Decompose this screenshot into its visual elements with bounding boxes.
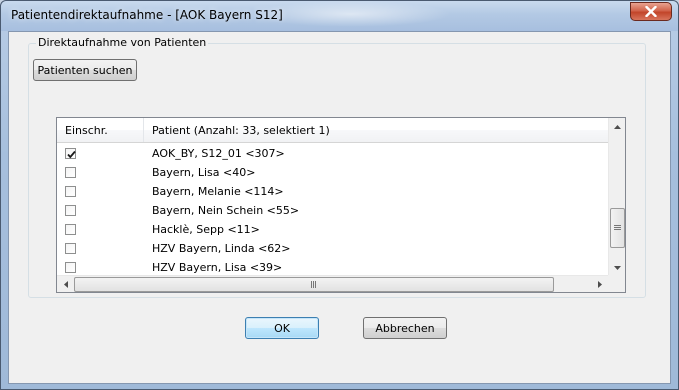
patient-name: Bayern, Melanie <114>: [152, 185, 284, 198]
horizontal-scroll-thumb[interactable]: [74, 277, 554, 292]
cancel-button[interactable]: Abbrechen: [363, 317, 447, 339]
patient-name: Bayern, Nein Schein <55>: [152, 204, 300, 217]
list-item[interactable]: Bayern, Nein Schein <55>: [57, 201, 608, 220]
scroll-left-arrow-icon[interactable]: [57, 276, 74, 292]
grip-icon: [614, 225, 621, 230]
list-header: Einschr. Patient (Anzahl: 33, selektiert…: [57, 118, 608, 143]
list-item[interactable]: HZV Bayern, Linda <62>: [57, 239, 608, 258]
patient-name: Bayern, Lisa <40>: [152, 166, 256, 179]
dialog-window: Patientendirektaufnahme - [AOK Bayern S1…: [0, 0, 679, 390]
column-header-restriction[interactable]: Einschr.: [65, 124, 108, 137]
checkmark-icon: [67, 150, 76, 159]
grip-icon: [311, 281, 316, 288]
list-rows: AOK_BY, S12_01 <307> Bayern, Lisa <40> Bay…: [57, 144, 608, 292]
column-header-patient[interactable]: Patient (Anzahl: 33, selektiert 1): [152, 124, 330, 137]
search-patients-button[interactable]: Patienten suchen: [33, 59, 137, 81]
vertical-scrollbar[interactable]: [608, 118, 625, 276]
list-item[interactable]: AOK_BY, S12_01 <307>: [57, 144, 608, 163]
close-x-icon: [645, 6, 657, 17]
horizontal-scrollbar[interactable]: [57, 275, 608, 292]
restriction-checkbox[interactable]: [65, 243, 76, 254]
restriction-checkbox[interactable]: [65, 167, 76, 178]
list-item[interactable]: Bayern, Lisa <40>: [57, 163, 608, 182]
restriction-checkbox[interactable]: [65, 224, 76, 235]
scrollbar-corner: [608, 275, 625, 292]
list-item[interactable]: Hacklè, Sepp <11>: [57, 220, 608, 239]
window-title: Patientendirektaufnahme - [AOK Bayern S1…: [11, 8, 283, 22]
scroll-up-arrow-icon[interactable]: [609, 118, 625, 135]
restriction-checkbox[interactable]: [65, 205, 76, 216]
group-label: Direktaufnahme von Patienten: [36, 36, 209, 49]
vertical-scroll-thumb[interactable]: [610, 208, 625, 248]
close-button[interactable]: [630, 2, 672, 21]
patient-name: Hacklè, Sepp <11>: [152, 223, 260, 236]
restriction-checkbox[interactable]: [65, 186, 76, 197]
patient-name: HZV Bayern, Lisa <39>: [152, 261, 283, 274]
restriction-checkbox[interactable]: [65, 262, 76, 273]
column-separator[interactable]: [143, 118, 144, 142]
scroll-down-arrow-icon[interactable]: [609, 259, 625, 276]
restriction-checkbox[interactable]: [65, 148, 76, 159]
patient-list[interactable]: Einschr. Patient (Anzahl: 33, selektiert…: [56, 117, 626, 293]
ok-button[interactable]: OK: [245, 317, 319, 339]
title-bar[interactable]: Patientendirektaufnahme - [AOK Bayern S1…: [1, 1, 678, 31]
scroll-right-arrow-icon[interactable]: [591, 276, 608, 292]
patient-name: AOK_BY, S12_01 <307>: [152, 147, 285, 160]
list-item[interactable]: Bayern, Melanie <114>: [57, 182, 608, 201]
patient-name: HZV Bayern, Linda <62>: [152, 242, 291, 255]
